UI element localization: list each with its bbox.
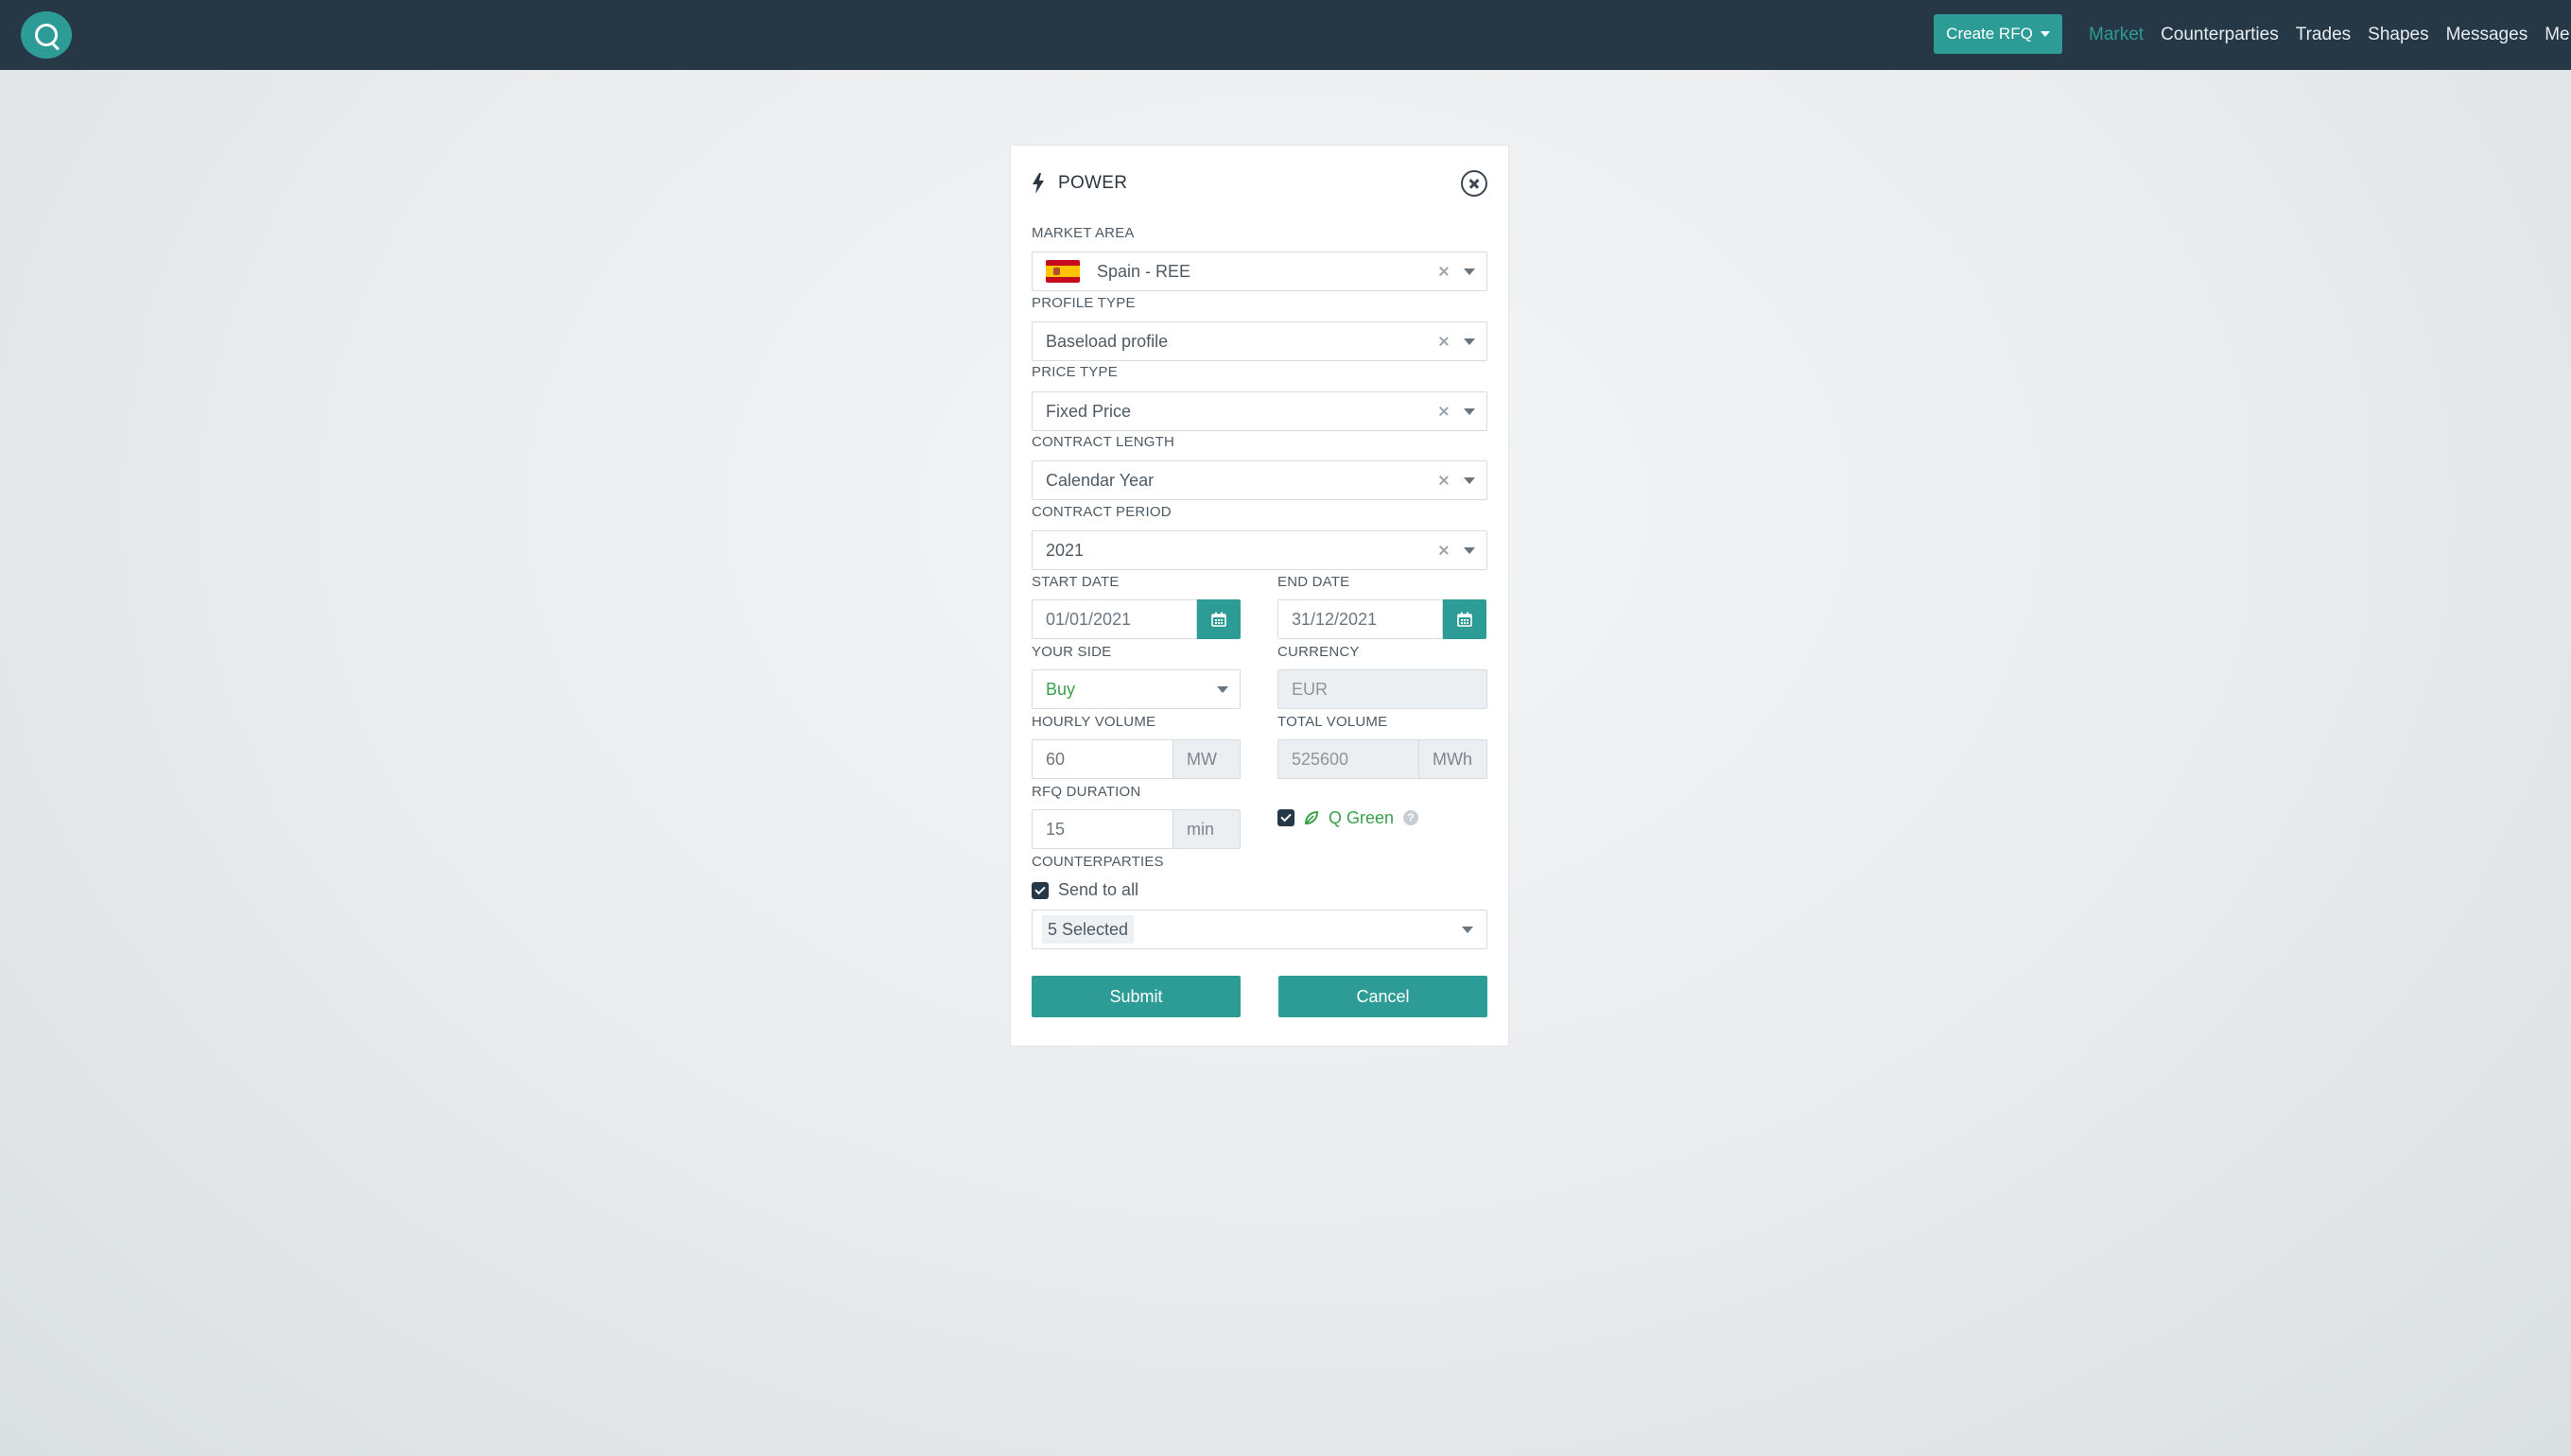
close-icon[interactable] bbox=[1461, 170, 1487, 197]
currency-field: EUR bbox=[1277, 669, 1487, 709]
create-rfq-button[interactable]: Create RFQ bbox=[1934, 14, 2062, 54]
chevron-down-icon bbox=[1464, 546, 1475, 554]
contract-period-label: CONTRACT PERIOD bbox=[1032, 504, 1172, 520]
cancel-button[interactable]: Cancel bbox=[1278, 976, 1487, 1017]
start-date-input[interactable]: 01/01/2021 bbox=[1032, 599, 1197, 639]
your-side-select[interactable]: Buy bbox=[1032, 669, 1241, 709]
price-type-select[interactable]: Fixed Price bbox=[1032, 391, 1487, 431]
profile-type-select[interactable]: Baseload profile bbox=[1032, 321, 1487, 361]
nav-link-counterparties[interactable]: Counterparties bbox=[2161, 25, 2279, 45]
your-side-value: Buy bbox=[1046, 679, 1076, 699]
submit-button[interactable]: Submit bbox=[1032, 976, 1241, 1017]
contract-length-value: Calendar Year bbox=[1046, 470, 1155, 490]
hourly-volume-group: 60 MW bbox=[1032, 739, 1241, 779]
clear-icon[interactable] bbox=[1437, 544, 1451, 557]
rfq-duration-label: RFQ DURATION bbox=[1032, 784, 1141, 800]
leaf-icon bbox=[1304, 810, 1319, 825]
start-date-group: 01/01/2021 bbox=[1032, 599, 1241, 639]
rfq-duration-unit: min bbox=[1173, 809, 1241, 849]
profile-type-label: PROFILE TYPE bbox=[1032, 295, 1136, 311]
counterparties-label: COUNTERPARTIES bbox=[1032, 854, 1164, 870]
clear-icon[interactable] bbox=[1437, 474, 1451, 487]
nav-link-market[interactable]: Market bbox=[2089, 25, 2144, 45]
profile-type-value: Baseload profile bbox=[1046, 331, 1169, 351]
hourly-volume-label: HOURLY VOLUME bbox=[1032, 714, 1156, 730]
q-green-option: Q Green ? bbox=[1277, 807, 1419, 828]
total-volume-field: 525600 bbox=[1277, 739, 1419, 779]
modal-title: POWER bbox=[1058, 173, 1128, 193]
chevron-down-icon bbox=[1464, 338, 1475, 345]
chevron-down-icon bbox=[1217, 685, 1228, 693]
selected-count-chip: 5 Selected bbox=[1042, 915, 1135, 944]
contract-period-select[interactable]: 2021 bbox=[1032, 530, 1487, 570]
your-side-label: YOUR SIDE bbox=[1032, 644, 1112, 660]
power-rfq-modal: POWER MARKET AREA Spain - REE PROFILE TY… bbox=[1010, 145, 1509, 1047]
send-to-all-checkbox[interactable] bbox=[1032, 881, 1049, 899]
chevron-down-icon bbox=[1462, 926, 1473, 933]
lightning-bolt-icon bbox=[1033, 173, 1044, 194]
calendar-icon[interactable] bbox=[1443, 599, 1486, 639]
total-volume-label: TOTAL VOLUME bbox=[1277, 714, 1388, 730]
market-area-label: MARKET AREA bbox=[1032, 225, 1135, 241]
nav-link-shapes[interactable]: Shapes bbox=[2368, 25, 2428, 45]
hourly-volume-unit: MW bbox=[1173, 739, 1241, 779]
total-volume-unit: MWh bbox=[1419, 739, 1487, 779]
currency-label: CURRENCY bbox=[1277, 644, 1360, 660]
counterparties-select[interactable]: 5 Selected bbox=[1032, 910, 1487, 949]
market-area-value: Spain - REE bbox=[1097, 261, 1191, 281]
nav-links: Market Counterparties Trades Shapes Mess… bbox=[2089, 0, 2570, 70]
top-navbar: Create RFQ Market Counterparties Trades … bbox=[0, 0, 2571, 70]
contract-length-select[interactable]: Calendar Year bbox=[1032, 460, 1487, 500]
start-date-label: START DATE bbox=[1032, 574, 1120, 590]
chevron-down-icon bbox=[1464, 268, 1475, 275]
rfq-duration-input[interactable]: 15 bbox=[1032, 809, 1173, 849]
send-to-all-option: Send to all bbox=[1032, 880, 1138, 900]
hourly-volume-input[interactable]: 60 bbox=[1032, 739, 1173, 779]
nav-link-messages[interactable]: Messages bbox=[2446, 25, 2528, 45]
nav-link-me[interactable]: Me bbox=[2545, 25, 2569, 45]
send-to-all-label: Send to all bbox=[1058, 880, 1139, 899]
modal-header: POWER bbox=[1032, 166, 1487, 200]
caret-down-icon bbox=[2040, 31, 2050, 37]
clear-icon[interactable] bbox=[1437, 265, 1451, 278]
create-rfq-label: Create RFQ bbox=[1946, 25, 2033, 43]
total-volume-group: 525600 MWh bbox=[1277, 739, 1487, 779]
calendar-icon[interactable] bbox=[1197, 599, 1241, 639]
chevron-down-icon bbox=[1464, 477, 1475, 484]
spain-flag-icon bbox=[1046, 260, 1080, 283]
clear-icon[interactable] bbox=[1437, 405, 1451, 418]
clear-icon[interactable] bbox=[1437, 335, 1451, 348]
market-area-select[interactable]: Spain - REE bbox=[1032, 251, 1487, 291]
contract-length-label: CONTRACT LENGTH bbox=[1032, 434, 1175, 450]
q-green-label: Q Green bbox=[1329, 807, 1395, 827]
end-date-label: END DATE bbox=[1277, 574, 1350, 590]
contract-period-value: 2021 bbox=[1046, 540, 1085, 560]
price-type-value: Fixed Price bbox=[1046, 401, 1132, 421]
price-type-label: PRICE TYPE bbox=[1032, 364, 1118, 380]
end-date-group: 31/12/2021 bbox=[1277, 599, 1486, 639]
app-logo-icon[interactable] bbox=[21, 11, 72, 59]
help-icon[interactable]: ? bbox=[1403, 810, 1419, 825]
chevron-down-icon bbox=[1464, 407, 1475, 415]
q-green-checkbox[interactable] bbox=[1277, 809, 1294, 826]
end-date-input[interactable]: 31/12/2021 bbox=[1277, 599, 1443, 639]
nav-link-trades[interactable]: Trades bbox=[2296, 25, 2351, 45]
rfq-duration-group: 15 min bbox=[1032, 809, 1241, 849]
